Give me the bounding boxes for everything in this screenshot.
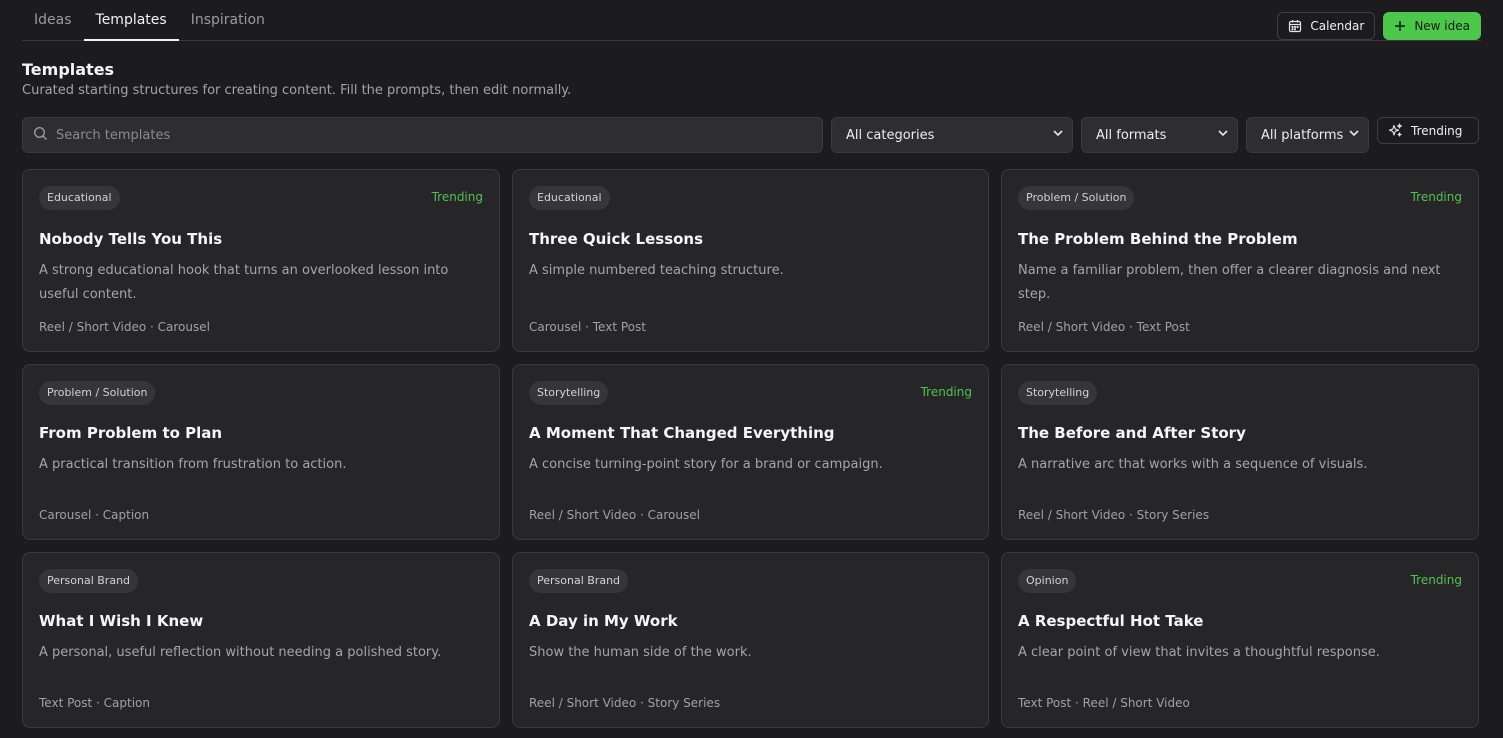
card-description: Name a familiar problem, then offer a cl… xyxy=(1018,263,1441,302)
template-card[interactable]: Personal Brand What I Wish I Knew A pers… xyxy=(22,552,500,728)
calendar-icon xyxy=(1288,19,1302,33)
card-formats: Reel / Short Video · Text Post xyxy=(1018,320,1190,334)
trending-filter-button[interactable]: Trending xyxy=(1377,117,1479,144)
top-navigation: Ideas Templates Inspiration Calendar New… xyxy=(22,0,1481,41)
calendar-button-label: Calendar xyxy=(1310,19,1365,33)
card-description: A narrative arc that works with a sequen… xyxy=(1018,457,1368,472)
category-select-value: All categories xyxy=(846,127,935,143)
card-title: Nobody Tells You This xyxy=(39,230,223,248)
sparkles-icon xyxy=(1388,123,1403,138)
card-title: A Moment That Changed Everything xyxy=(529,424,835,442)
search-box xyxy=(22,117,823,153)
chevron-down-icon xyxy=(1052,127,1064,143)
card-description: A personal, useful reflection without ne… xyxy=(39,645,442,660)
search-icon xyxy=(33,126,48,145)
platform-select[interactable]: All platforms xyxy=(1246,117,1369,153)
category-badge: Storytelling xyxy=(529,381,609,405)
platform-select-value: All platforms xyxy=(1261,127,1344,143)
category-badge: Problem / Solution xyxy=(39,381,156,405)
calendar-button[interactable]: Calendar xyxy=(1277,12,1376,40)
plus-icon xyxy=(1394,20,1406,32)
card-description: Show the human side of the work. xyxy=(529,645,752,660)
card-formats: Carousel · Text Post xyxy=(529,320,646,334)
card-title: Three Quick Lessons xyxy=(529,230,704,248)
tab-inspiration[interactable]: Inspiration xyxy=(179,0,277,41)
card-formats: Text Post · Caption xyxy=(39,696,150,710)
card-formats: Reel / Short Video · Carousel xyxy=(529,508,700,522)
category-select[interactable]: All categories xyxy=(831,117,1073,153)
tab-ideas[interactable]: Ideas xyxy=(22,0,84,41)
category-badge: Educational xyxy=(529,186,610,210)
template-card[interactable]: Personal Brand A Day in My Work Show the… xyxy=(512,552,989,728)
card-formats: Reel / Short Video · Carousel xyxy=(39,320,210,334)
trending-tag: Trending xyxy=(1410,573,1462,587)
format-select-value: All formats xyxy=(1096,127,1167,143)
trending-tag: Trending xyxy=(920,385,972,399)
template-card[interactable]: Problem / Solution Trending The Problem … xyxy=(1001,169,1479,352)
card-formats: Reel / Short Video · Story Series xyxy=(1018,508,1210,522)
category-badge: Problem / Solution xyxy=(1018,186,1135,210)
card-title: The Problem Behind the Problem xyxy=(1018,230,1298,248)
card-formats: Reel / Short Video · Story Series xyxy=(529,696,721,710)
template-card[interactable]: Problem / Solution From Problem to Plan … xyxy=(22,364,500,540)
template-card[interactable]: Storytelling The Before and After Story … xyxy=(1001,364,1479,540)
category-badge: Personal Brand xyxy=(39,569,139,593)
card-description: A practical transition from frustration … xyxy=(39,457,347,472)
card-title: A Day in My Work xyxy=(529,612,678,630)
header-actions: Calendar New idea xyxy=(1277,12,1481,40)
template-card[interactable]: Opinion Trending A Respectful Hot Take A… xyxy=(1001,552,1479,728)
category-badge: Storytelling xyxy=(1018,381,1098,405)
tab-templates[interactable]: Templates xyxy=(83,0,179,41)
category-badge: Opinion xyxy=(1018,569,1077,593)
card-title: From Problem to Plan xyxy=(39,424,223,442)
template-card[interactable]: Educational Trending Nobody Tells You Th… xyxy=(22,169,500,352)
new-idea-button[interactable]: New idea xyxy=(1383,12,1481,40)
template-card[interactable]: Storytelling Trending A Moment That Chan… xyxy=(512,364,989,540)
card-title: A Respectful Hot Take xyxy=(1018,612,1204,630)
page-subtitle: Curated starting structures for creating… xyxy=(22,83,572,98)
card-title: What I Wish I Knew xyxy=(39,612,204,630)
card-title: The Before and After Story xyxy=(1018,424,1246,442)
card-description: A strong educational hook that turns an … xyxy=(39,263,449,302)
new-idea-button-label: New idea xyxy=(1414,19,1470,33)
trending-tag: Trending xyxy=(431,190,483,204)
trending-filter-label: Trending xyxy=(1411,123,1463,138)
trending-tag: Trending xyxy=(1410,190,1462,204)
format-select[interactable]: All formats xyxy=(1081,117,1238,153)
page-title: Templates xyxy=(22,60,115,79)
category-badge: Educational xyxy=(39,186,120,210)
category-badge: Personal Brand xyxy=(529,569,629,593)
card-description: A clear point of view that invites a tho… xyxy=(1018,645,1380,660)
app-root: Ideas Templates Inspiration Calendar New… xyxy=(0,0,1503,738)
chevron-down-icon xyxy=(1217,127,1229,143)
tab-bar: Ideas Templates Inspiration xyxy=(22,0,277,41)
card-description: A simple numbered teaching structure. xyxy=(529,263,784,278)
card-formats: Carousel · Caption xyxy=(39,508,150,522)
card-formats: Text Post · Reel / Short Video xyxy=(1018,696,1190,710)
chevron-down-icon xyxy=(1348,127,1360,143)
card-description: A concise turning-point story for a bran… xyxy=(529,457,883,472)
search-input[interactable] xyxy=(56,127,822,143)
template-card[interactable]: Educational Three Quick Lessons A simple… xyxy=(512,169,989,352)
